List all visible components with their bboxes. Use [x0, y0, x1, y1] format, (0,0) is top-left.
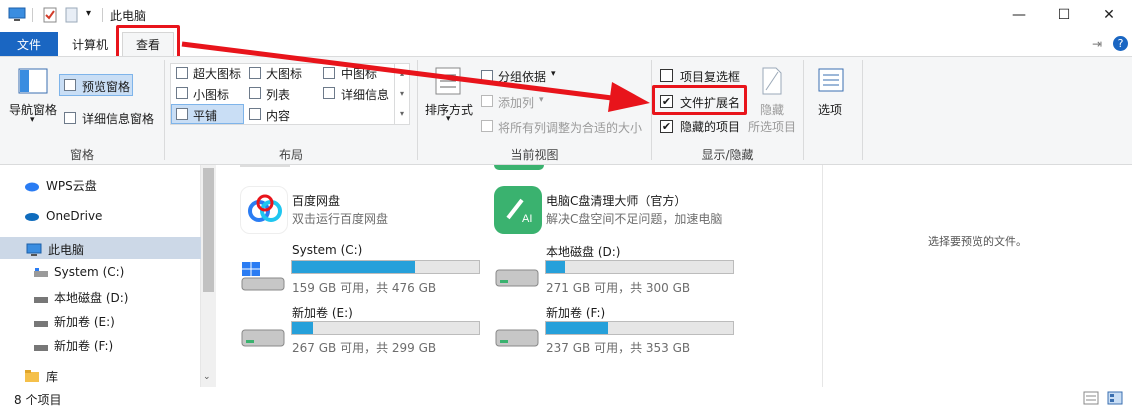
preview-empty-text: 选择要预览的文件。 — [928, 235, 1027, 248]
nav-item-label: 库 — [46, 370, 59, 384]
drive-usage-bar — [545, 321, 734, 335]
drive-free: 159 GB 可用，共 476 GB — [292, 281, 437, 295]
drive-icon[interactable] — [494, 256, 540, 292]
app-desc: 双击运行百度网盘 — [292, 212, 389, 226]
drive-usage-bar — [545, 260, 734, 274]
app-desc: 解决C盘空间不足问题，加速电脑 — [546, 212, 723, 226]
tiles-view-icon[interactable] — [1107, 391, 1123, 405]
library-icon — [24, 370, 40, 383]
cutoff-app-icon — [494, 165, 544, 170]
drive-icon — [34, 341, 48, 351]
drive-icon[interactable] — [240, 316, 286, 352]
app-name[interactable]: 电脑C盘清理大师（官方） — [546, 192, 686, 209]
scroll-down-icon[interactable]: ⌄ — [203, 372, 211, 382]
drive-usage-bar — [291, 260, 480, 274]
pc-icon — [26, 243, 42, 256]
drive-name[interactable]: System (C:) — [292, 243, 362, 257]
drive-icon — [34, 267, 48, 277]
drive-free: 267 GB 可用，共 299 GB — [292, 341, 437, 355]
nav-scrollbar-thumb[interactable] — [203, 168, 214, 292]
drive-free: 271 GB 可用，共 300 GB — [546, 281, 691, 295]
nav-item-d[interactable]: 本地磁盘 (D:) — [34, 289, 128, 306]
drive-usage-fill — [546, 261, 565, 273]
nav-item-label: 新加卷 (E:) — [54, 315, 115, 329]
drive-icon[interactable] — [494, 316, 540, 352]
cleaner-app-icon[interactable]: AI — [494, 186, 542, 234]
nav-item-label: WPS云盘 — [46, 179, 97, 193]
nav-item-onedrive[interactable]: OneDrive — [24, 209, 102, 223]
cloud-icon — [24, 180, 40, 192]
drive-usage-bar — [291, 321, 480, 335]
nav-item-c[interactable]: System (C:) — [34, 265, 124, 279]
nav-item-e[interactable]: 新加卷 (E:) — [34, 313, 115, 330]
nav-item-this-pc[interactable]: 此电脑 — [26, 241, 84, 258]
nav-item-label: 新加卷 (F:) — [54, 339, 114, 353]
nav-item-library[interactable]: 库 — [24, 368, 58, 385]
app-name[interactable]: 百度网盘 — [292, 192, 340, 209]
svg-text:AI: AI — [522, 213, 532, 225]
preview-pane — [823, 165, 1132, 387]
nav-item-label: 本地磁盘 (D:) — [54, 291, 129, 305]
baidu-netdisk-icon[interactable] — [240, 186, 288, 234]
annotation-arrow — [181, 41, 650, 112]
drive-icon — [34, 293, 48, 303]
drive-name[interactable]: 新加卷 (E:) — [292, 304, 353, 321]
nav-item-label: OneDrive — [46, 209, 103, 223]
drive-free: 237 GB 可用，共 353 GB — [546, 341, 691, 355]
details-view-icon[interactable] — [1083, 391, 1099, 405]
cutoff-item — [240, 165, 290, 167]
nav-item-label: 此电脑 — [48, 243, 85, 257]
status-bar — [0, 387, 1132, 411]
drive-usage-fill — [546, 322, 608, 334]
nav-item-label: System (C:) — [54, 265, 125, 279]
drive-name[interactable]: 新加卷 (F:) — [546, 304, 605, 321]
drive-usage-fill — [292, 261, 416, 273]
drive-usage-fill — [292, 322, 313, 334]
nav-item-wps[interactable]: WPS云盘 — [24, 177, 97, 194]
item-count: 8 个项目 — [14, 393, 62, 407]
drive-name[interactable]: 本地磁盘 (D:) — [546, 243, 620, 260]
drive-icon — [34, 317, 48, 327]
nav-item-f[interactable]: 新加卷 (F:) — [34, 337, 113, 354]
onedrive-icon — [24, 210, 40, 222]
windows-drive-icon[interactable] — [240, 256, 286, 292]
